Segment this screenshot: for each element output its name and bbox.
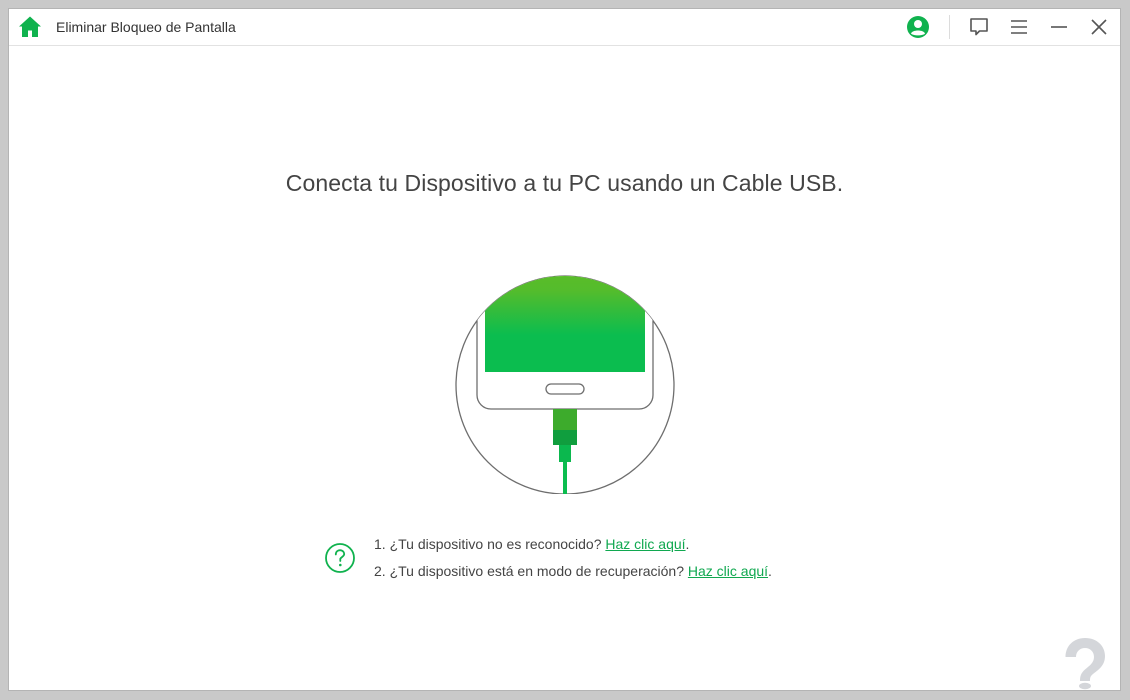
phone-usb-illustration (453, 264, 677, 495)
app-window: Eliminar Bloqueo de Pantalla Conecta tu … (8, 8, 1121, 691)
help-item-suffix: . (768, 563, 772, 579)
account-icon (907, 16, 929, 38)
help-item-not-recognized: 1. ¿Tu dispositivo no es reconocido? Haz… (374, 536, 689, 552)
not-recognized-link[interactable]: Haz clic aquí (605, 536, 685, 552)
title-bar: Eliminar Bloqueo de Pantalla (9, 9, 1120, 46)
minimize-button[interactable] (1047, 15, 1071, 39)
menu-button[interactable] (1007, 15, 1031, 39)
connect-instruction-heading: Conecta tu Dispositivo a tu PC usando un… (285, 170, 844, 196)
home-icon (19, 16, 41, 37)
watermark-logo (1055, 634, 1115, 690)
help-section: 1. ¿Tu dispositivo no es reconocido? Haz… (323, 532, 883, 592)
menu-icon (1011, 20, 1027, 34)
help-item-recovery-mode: 2. ¿Tu dispositivo está en modo de recup… (374, 563, 772, 579)
close-button[interactable] (1087, 15, 1111, 39)
minimize-icon (1051, 26, 1067, 28)
close-icon (1091, 19, 1107, 35)
help-item-suffix: . (685, 536, 690, 552)
recovery-mode-link[interactable]: Haz clic aquí (688, 563, 768, 579)
home-button[interactable] (18, 15, 42, 39)
help-item-text: 1. ¿Tu dispositivo no es reconocido? (374, 536, 606, 552)
titlebar-separator (949, 15, 950, 39)
account-button[interactable] (906, 15, 930, 39)
help-icon (324, 542, 356, 574)
feedback-icon (970, 18, 988, 36)
help-item-text: 2. ¿Tu dispositivo está en modo de recup… (374, 563, 688, 579)
window-title: Eliminar Bloqueo de Pantalla (56, 19, 236, 35)
feedback-button[interactable] (967, 15, 991, 39)
